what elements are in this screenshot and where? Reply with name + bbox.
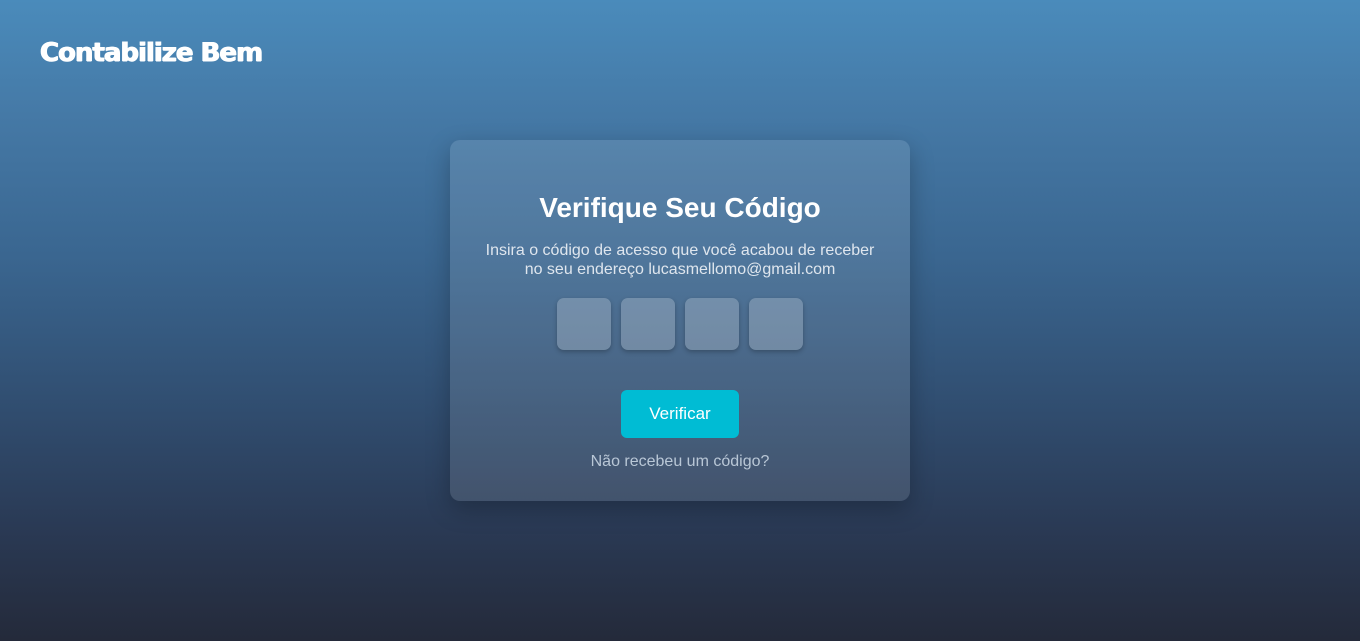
resend-code-link[interactable]: Não recebeu um código? (450, 453, 910, 471)
code-digit-4-input[interactable] (749, 298, 803, 350)
brand-logo: Contabilize Bem (40, 38, 263, 68)
code-digit-1-input[interactable] (557, 298, 611, 350)
code-input-group (450, 298, 910, 350)
code-digit-2-input[interactable] (621, 298, 675, 350)
code-digit-3-input[interactable] (685, 298, 739, 350)
verify-button[interactable]: Verificar (621, 390, 739, 438)
verification-description: Insira o código de acesso que você acabo… (485, 242, 875, 278)
verification-card: Verifique Seu Código Insira o código de … (450, 140, 910, 501)
verification-title: Verifique Seu Código (539, 192, 821, 223)
